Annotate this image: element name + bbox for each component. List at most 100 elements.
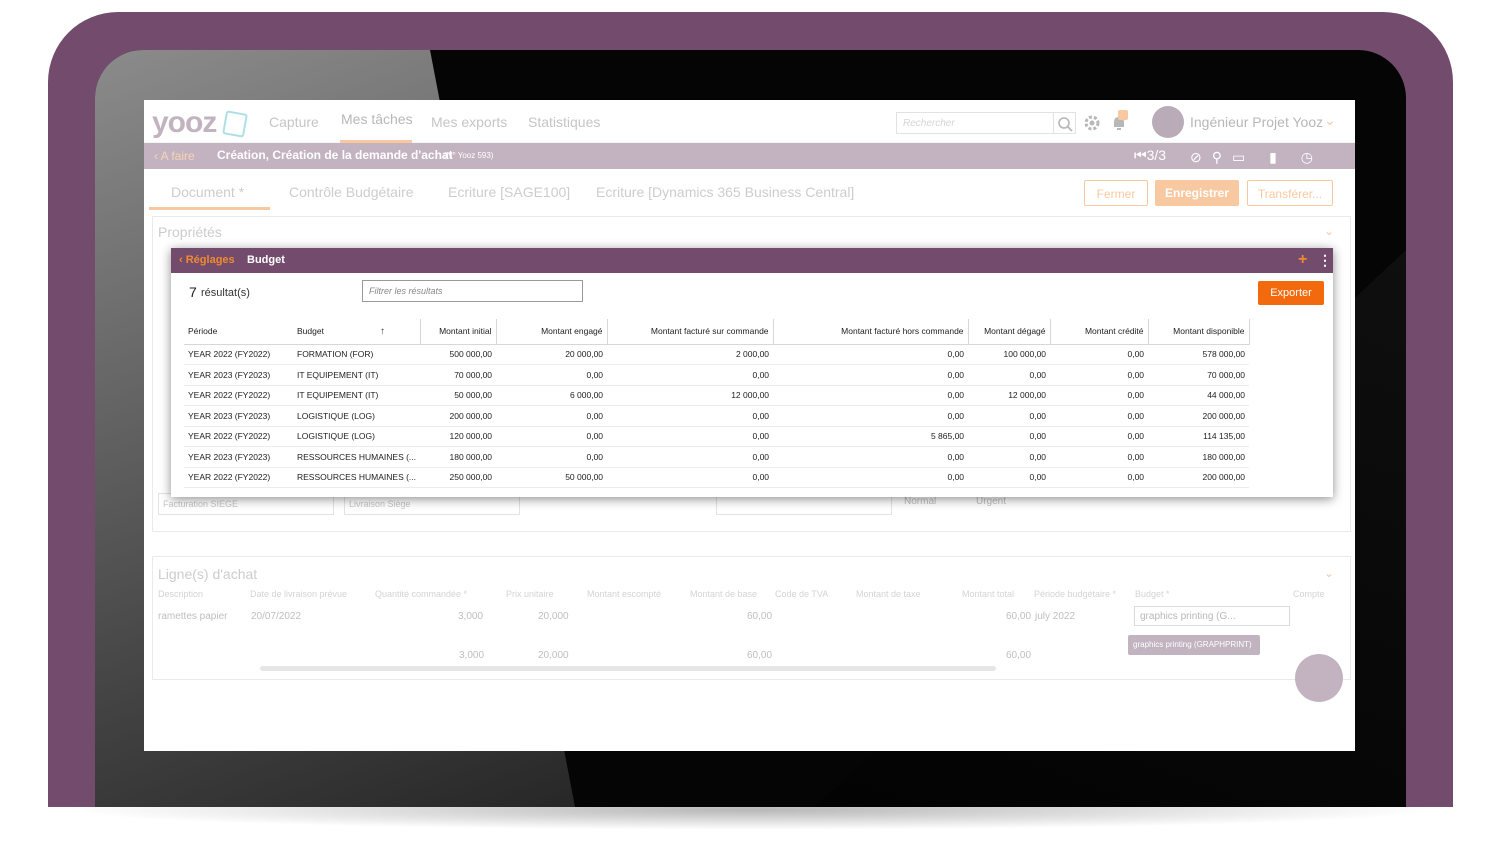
cell-periode: YEAR 2023 (FY2023) <box>184 405 293 427</box>
cell-budget: RESSOURCES HUMAINES (... <box>293 467 421 488</box>
cell-budget: IT EQUIPEMENT (IT) <box>293 385 421 406</box>
line-total: 60,00 <box>1006 611 1032 622</box>
sort-ascending-icon[interactable]: ↑ <box>380 326 385 337</box>
table-row[interactable]: YEAR 2022 (FY2022) FORMATION (FOR) 500 0… <box>184 344 1250 365</box>
line-qty: 3,000 <box>458 611 484 622</box>
user-name[interactable]: Ingénieur Projet Yooz <box>1190 114 1323 130</box>
add-icon[interactable]: + <box>1298 251 1307 269</box>
cell-montant-disponible: 114 135,00 <box>1148 426 1250 447</box>
col-budget-label: Budget <box>297 325 324 336</box>
close-button[interactable]: Fermer <box>1084 180 1148 206</box>
line-date: 20/07/2022 <box>251 611 302 622</box>
cell-montant-engage: 0,00 <box>496 405 608 427</box>
result-count: 7 <box>189 284 197 300</box>
cell-facture-hors-commande: 5 865,00 <box>773 426 969 447</box>
cell-montant-degage: 12 000,00 <box>968 385 1051 406</box>
cell-budget: IT EQUIPEMENT (IT) <box>293 364 421 386</box>
line-budget-select[interactable]: graphics printing (G... <box>1134 606 1290 626</box>
lines-chevron-icon[interactable]: ⌄ <box>1324 566 1334 580</box>
user-chevron-down-icon[interactable]: ⌄ <box>1324 112 1336 129</box>
table-row[interactable]: YEAR 2023 (FY2023) RESSOURCES HUMAINES (… <box>184 446 1250 468</box>
radio-normal[interactable]: Normal <box>904 496 936 507</box>
col-montant-disponible[interactable]: Montant disponible <box>1148 319 1250 345</box>
cell-montant-initial: 180 000,00 <box>420 446 497 468</box>
save-button[interactable]: Enregistrer <box>1155 180 1239 206</box>
cell-montant-degage: 0,00 <box>968 405 1051 427</box>
col-montant-initial[interactable]: Montant initial <box>420 319 497 345</box>
more-options-icon[interactable]: ⋮ <box>1318 252 1332 269</box>
nav-capture[interactable]: Capture <box>269 114 319 130</box>
modal-back-link[interactable]: ‹ Réglages <box>179 254 235 266</box>
line-description: ramettes papier <box>158 611 228 622</box>
cell-montant-disponible: 578 000,00 <box>1148 344 1250 365</box>
tab-ecriture-dynamics[interactable]: Ecriture [Dynamics 365 Business Central] <box>596 184 854 200</box>
cell-montant-credite: 0,00 <box>1050 364 1149 386</box>
col-montant-engage[interactable]: Montant engagé <box>496 319 608 345</box>
search-input[interactable]: Rechercher <box>896 112 1054 134</box>
table-row[interactable]: YEAR 2022 (FY2022) LOGISTIQUE (LOG) 120 … <box>184 426 1250 447</box>
radio-urgent[interactable]: Urgent <box>976 496 1006 507</box>
search-icon <box>1058 117 1073 132</box>
document-title: Création, Création de la demande d'achat <box>217 148 453 162</box>
cell-montant-credite: 0,00 <box>1050 467 1149 488</box>
col-montant-facture-hors-commande[interactable]: Montant facturé hors commande <box>773 319 969 345</box>
modal-back-label: Réglages <box>185 254 235 266</box>
nav-mes-exports[interactable]: Mes exports <box>431 114 507 130</box>
app-screen: yooz Capture Mes tâches Mes exports Stat… <box>144 100 1355 751</box>
top-navigation-bar: yooz Capture Mes tâches Mes exports Stat… <box>144 100 1355 143</box>
document-reference: (N° Yooz 593) <box>444 151 494 160</box>
col-periode[interactable]: Période <box>184 319 293 345</box>
back-link[interactable]: ‹ A faire <box>154 149 195 163</box>
cell-budget: LOGISTIQUE (LOG) <box>293 405 421 427</box>
tab-document[interactable]: Document * <box>171 184 244 200</box>
cell-periode: YEAR 2023 (FY2023) <box>184 446 293 468</box>
col-montant-credite[interactable]: Montant crédité <box>1050 319 1149 345</box>
chat-bubble-icon[interactable] <box>1295 654 1343 702</box>
properties-chevron-icon[interactable]: ⌄ <box>1324 224 1334 238</box>
cell-facture-hors-commande: 0,00 <box>773 385 969 406</box>
cell-montant-disponible: 44 000,00 <box>1148 385 1250 406</box>
cell-periode: YEAR 2022 (FY2022) <box>184 426 293 447</box>
table-row[interactable]: YEAR 2023 (FY2023) IT EQUIPEMENT (IT) 70… <box>184 364 1250 386</box>
col-montant-facture-commande[interactable]: Montant facturé sur commande <box>607 319 774 345</box>
user-avatar[interactable] <box>1152 106 1184 138</box>
cell-montant-initial: 500 000,00 <box>420 344 497 365</box>
cell-facture-commande: 0,00 <box>607 405 774 427</box>
nav-statistiques[interactable]: Statistiques <box>528 114 600 130</box>
result-label: résultat(s) <box>201 287 250 299</box>
nav-mes-taches[interactable]: Mes tâches <box>341 111 413 127</box>
col-montant-degage[interactable]: Montant dégagé <box>968 319 1051 345</box>
lines-horizontal-scrollbar[interactable] <box>260 666 996 671</box>
cell-budget: LOGISTIQUE (LOG) <box>293 426 421 447</box>
pager[interactable]: ⏮3/3 <box>1134 147 1166 164</box>
lines-header-base: Montant de base <box>690 589 758 599</box>
gear-icon[interactable] <box>1083 114 1101 132</box>
filter-input[interactable]: Filtrer les résultats <box>362 280 583 302</box>
lines-header-period: Période budgétaire * <box>1034 589 1117 599</box>
cell-montant-engage: 0,00 <box>496 364 608 386</box>
transfer-button[interactable]: Transférer... <box>1247 180 1333 206</box>
budget-table: Période Budget ↑ Montant initial Montant … <box>184 319 1250 488</box>
subbar-action-icons[interactable]: ⊘⚲▭ ▮ ◷ ▦ <box>1190 149 1355 183</box>
lines-header-account: Compte <box>1293 589 1325 599</box>
tab-ecriture-sage100[interactable]: Ecriture [SAGE100] <box>448 184 570 200</box>
col-budget[interactable]: Budget ↑ <box>293 319 421 345</box>
modal-header: ‹ Réglages Budget + ⋮ <box>171 248 1333 273</box>
line-base: 60,00 <box>747 611 773 622</box>
search-button[interactable] <box>1054 112 1076 134</box>
tab-controle-budgetaire[interactable]: Contrôle Budgétaire <box>289 184 414 200</box>
pager-label: 3/3 <box>1146 147 1167 163</box>
cell-facture-commande: 0,00 <box>607 364 774 386</box>
table-row[interactable]: YEAR 2022 (FY2022) RESSOURCES HUMAINES (… <box>184 467 1250 488</box>
export-button[interactable]: Exporter <box>1258 281 1324 305</box>
cell-facture-hors-commande: 0,00 <box>773 364 969 386</box>
cell-montant-credite: 0,00 <box>1050 344 1149 365</box>
breadcrumb-bar: ‹ A faire Création, Création de la deman… <box>144 143 1355 182</box>
cell-montant-initial: 200 000,00 <box>420 405 497 427</box>
cell-facture-commande: 0,00 <box>607 426 774 447</box>
cell-montant-initial: 250 000,00 <box>420 467 497 488</box>
properties-title: Propriétés <box>158 224 222 240</box>
table-row[interactable]: YEAR 2022 (FY2022) IT EQUIPEMENT (IT) 50… <box>184 385 1250 406</box>
table-row[interactable]: YEAR 2023 (FY2023) LOGISTIQUE (LOG) 200 … <box>184 405 1250 427</box>
notification-badge <box>1118 110 1128 120</box>
